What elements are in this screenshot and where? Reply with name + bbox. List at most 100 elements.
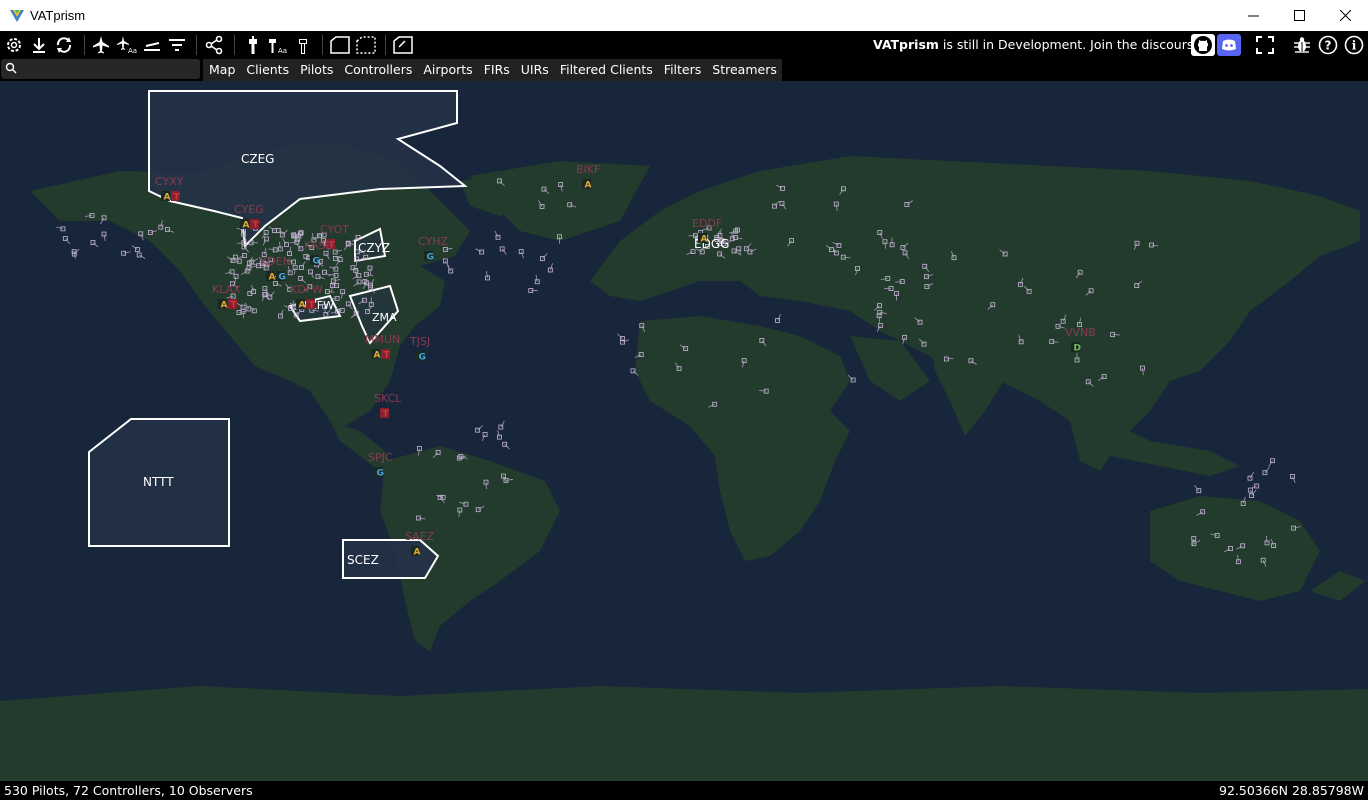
window-titlebar: VATprism	[0, 0, 1368, 31]
announcement-brand: VATprism	[873, 37, 939, 52]
airport-label: CYOT	[320, 223, 349, 236]
tab-filters[interactable]: Filters	[658, 59, 706, 81]
discord-icon	[1222, 39, 1236, 51]
show-controllers-button[interactable]	[242, 34, 264, 56]
controller-labels-button[interactable]: Aa	[266, 34, 288, 56]
maximize-button[interactable]	[1276, 0, 1322, 31]
search-input[interactable]	[1, 59, 200, 79]
controller-badge-a: A	[701, 235, 708, 245]
svg-text:Aa: Aa	[278, 47, 287, 55]
tower-icon	[249, 36, 257, 54]
controller-badge-a: A	[269, 273, 276, 283]
airport-label: MMUN	[365, 333, 400, 346]
tower-outline-icon	[299, 39, 307, 54]
runway-icon	[144, 42, 160, 51]
close-icon	[1339, 10, 1351, 21]
controller-badge-a: A	[299, 301, 306, 311]
development-announcement: VATprism is still in Development. Join t…	[873, 37, 1206, 52]
controller-badge-g: G	[279, 273, 286, 283]
controller-badge-t: T	[174, 193, 181, 203]
controller-badge-a: A	[374, 351, 381, 361]
info-icon: i	[1344, 35, 1364, 55]
github-button[interactable]	[1191, 34, 1215, 56]
vatprism-logo-icon	[10, 10, 24, 22]
search-icon	[5, 62, 17, 74]
share-button[interactable]	[203, 34, 225, 56]
airport-label: VVNB	[1065, 326, 1096, 339]
controller-badge-a: A	[585, 181, 592, 191]
fir-label-czyz: CZYZ	[358, 241, 390, 255]
airport-label: CYXY	[155, 175, 184, 188]
show-pilots-button[interactable]	[90, 34, 112, 56]
airport-label: SAEZ	[405, 530, 435, 543]
tabbar: Map Clients Pilots Controllers Airports …	[0, 59, 1368, 81]
fullscreen-button[interactable]	[1254, 34, 1276, 56]
info-button[interactable]: i	[1343, 34, 1365, 56]
minimize-icon	[1247, 15, 1259, 17]
share-icon	[205, 35, 223, 55]
controller-badge-g: G	[427, 253, 434, 263]
discord-button[interactable]	[1217, 34, 1241, 56]
client-counts: 530 Pilots, 72 Controllers, 10 Observers	[4, 783, 253, 798]
controller-badge-t: T	[309, 301, 316, 311]
tab-map[interactable]: Map	[203, 59, 240, 81]
tab-clients[interactable]: Clients	[240, 59, 294, 81]
tab-firs[interactable]: FIRs	[478, 59, 515, 81]
controller-badge-a: A	[221, 301, 228, 311]
tab-pilots[interactable]: Pilots	[294, 59, 338, 81]
cursor-coordinates: 92.50366N 28.85798W	[1219, 783, 1364, 798]
fir-label-czeg: CZEG	[241, 152, 274, 166]
airplane-label-icon: Aa	[117, 36, 137, 55]
controller-badge-a: A	[243, 221, 250, 231]
settings-icon	[7, 38, 21, 52]
show-uirs-button[interactable]	[355, 34, 377, 56]
filter-lines-icon	[169, 39, 185, 51]
filter-button[interactable]	[166, 34, 188, 56]
uir-shape-icon	[393, 36, 413, 54]
close-button[interactable]	[1322, 0, 1368, 31]
minimize-button[interactable]	[1230, 0, 1276, 31]
tab-filtered-clients[interactable]: Filtered Clients	[554, 59, 658, 81]
fir-label-nttt: NTTT	[143, 475, 174, 489]
fir-shape-icon	[330, 36, 350, 54]
fir-label-zma: ZMA	[372, 311, 397, 324]
airport-label: KDEN	[260, 255, 291, 268]
airport-label: KDFW	[290, 283, 323, 296]
airport-label: SPJC	[368, 451, 393, 464]
download-button[interactable]	[28, 34, 50, 56]
refresh-button[interactable]	[53, 34, 75, 56]
controller-badge-t: T	[231, 301, 238, 311]
help-button[interactable]: ?	[1317, 34, 1339, 56]
tab-controllers[interactable]: Controllers	[338, 59, 417, 81]
controller-badge-g: G	[313, 257, 320, 267]
show-firs-button[interactable]	[329, 34, 351, 56]
tab-uirs[interactable]: UIRs	[515, 59, 554, 81]
map-canvas[interactable]: CZEG NTTT SCEZ CZYZ KZFW EDGG ZMA CYXYA T…	[0, 81, 1368, 781]
fullscreen-icon	[1256, 36, 1274, 54]
tower-label-icon: Aa	[269, 39, 287, 55]
controller-badge-a: A	[164, 193, 171, 203]
tab-airports[interactable]: Airports	[417, 59, 477, 81]
status-bar: 530 Pilots, 72 Controllers, 10 Observers…	[0, 781, 1368, 800]
world-map[interactable]: CZEG NTTT SCEZ CZYZ KZFW EDGG ZMA CYXY A T…	[0, 81, 1368, 781]
fir-dashed-icon	[356, 36, 376, 54]
tab-list: Map Clients Pilots Controllers Airports …	[203, 59, 782, 81]
svg-text:?: ?	[1325, 39, 1332, 53]
svg-text:i: i	[1352, 39, 1357, 53]
pilot-labels-button[interactable]: Aa	[115, 34, 137, 56]
airport-label: CYEG	[234, 203, 264, 216]
controller-outline-button[interactable]	[292, 34, 314, 56]
airport-label: TJSJ	[409, 335, 430, 348]
uir-shape-button[interactable]	[392, 34, 414, 56]
tab-streamers[interactable]: Streamers	[706, 59, 782, 81]
maximize-icon	[1293, 10, 1305, 21]
bug-icon	[1294, 37, 1310, 53]
airplane-icon	[93, 36, 109, 54]
settings-button[interactable]	[3, 34, 25, 56]
controller-badge-g: G	[377, 469, 384, 479]
bug-report-button[interactable]	[1291, 34, 1313, 56]
airport-label: SKCL	[374, 392, 402, 405]
runway-button[interactable]	[141, 34, 163, 56]
refresh-icon	[56, 37, 72, 53]
download-icon	[33, 38, 45, 53]
